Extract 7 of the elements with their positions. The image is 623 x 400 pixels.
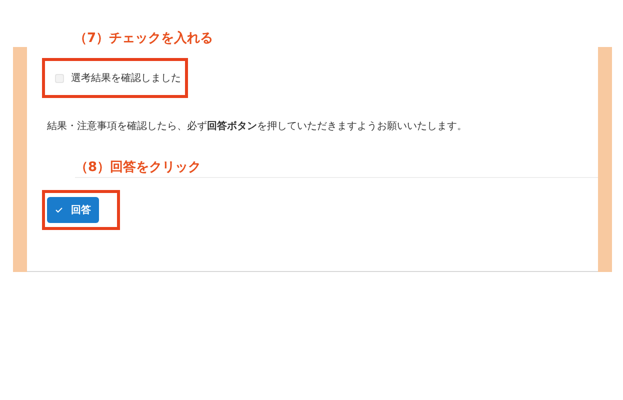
answer-button[interactable]: 回答 <box>47 197 99 223</box>
checkbox-label: 選考結果を確認しました <box>71 72 181 86</box>
step-label: （7）チェックを入れる <box>74 31 214 47</box>
step-label: （8）回答をクリック <box>75 160 598 178</box>
checkbox[interactable] <box>55 74 64 82</box>
checkmark-icon <box>55 207 63 213</box>
instruction-text: 結果・注意事項を確認したら、必ず回答ボタンを押していただきますようお願いいたします。 <box>47 120 468 134</box>
